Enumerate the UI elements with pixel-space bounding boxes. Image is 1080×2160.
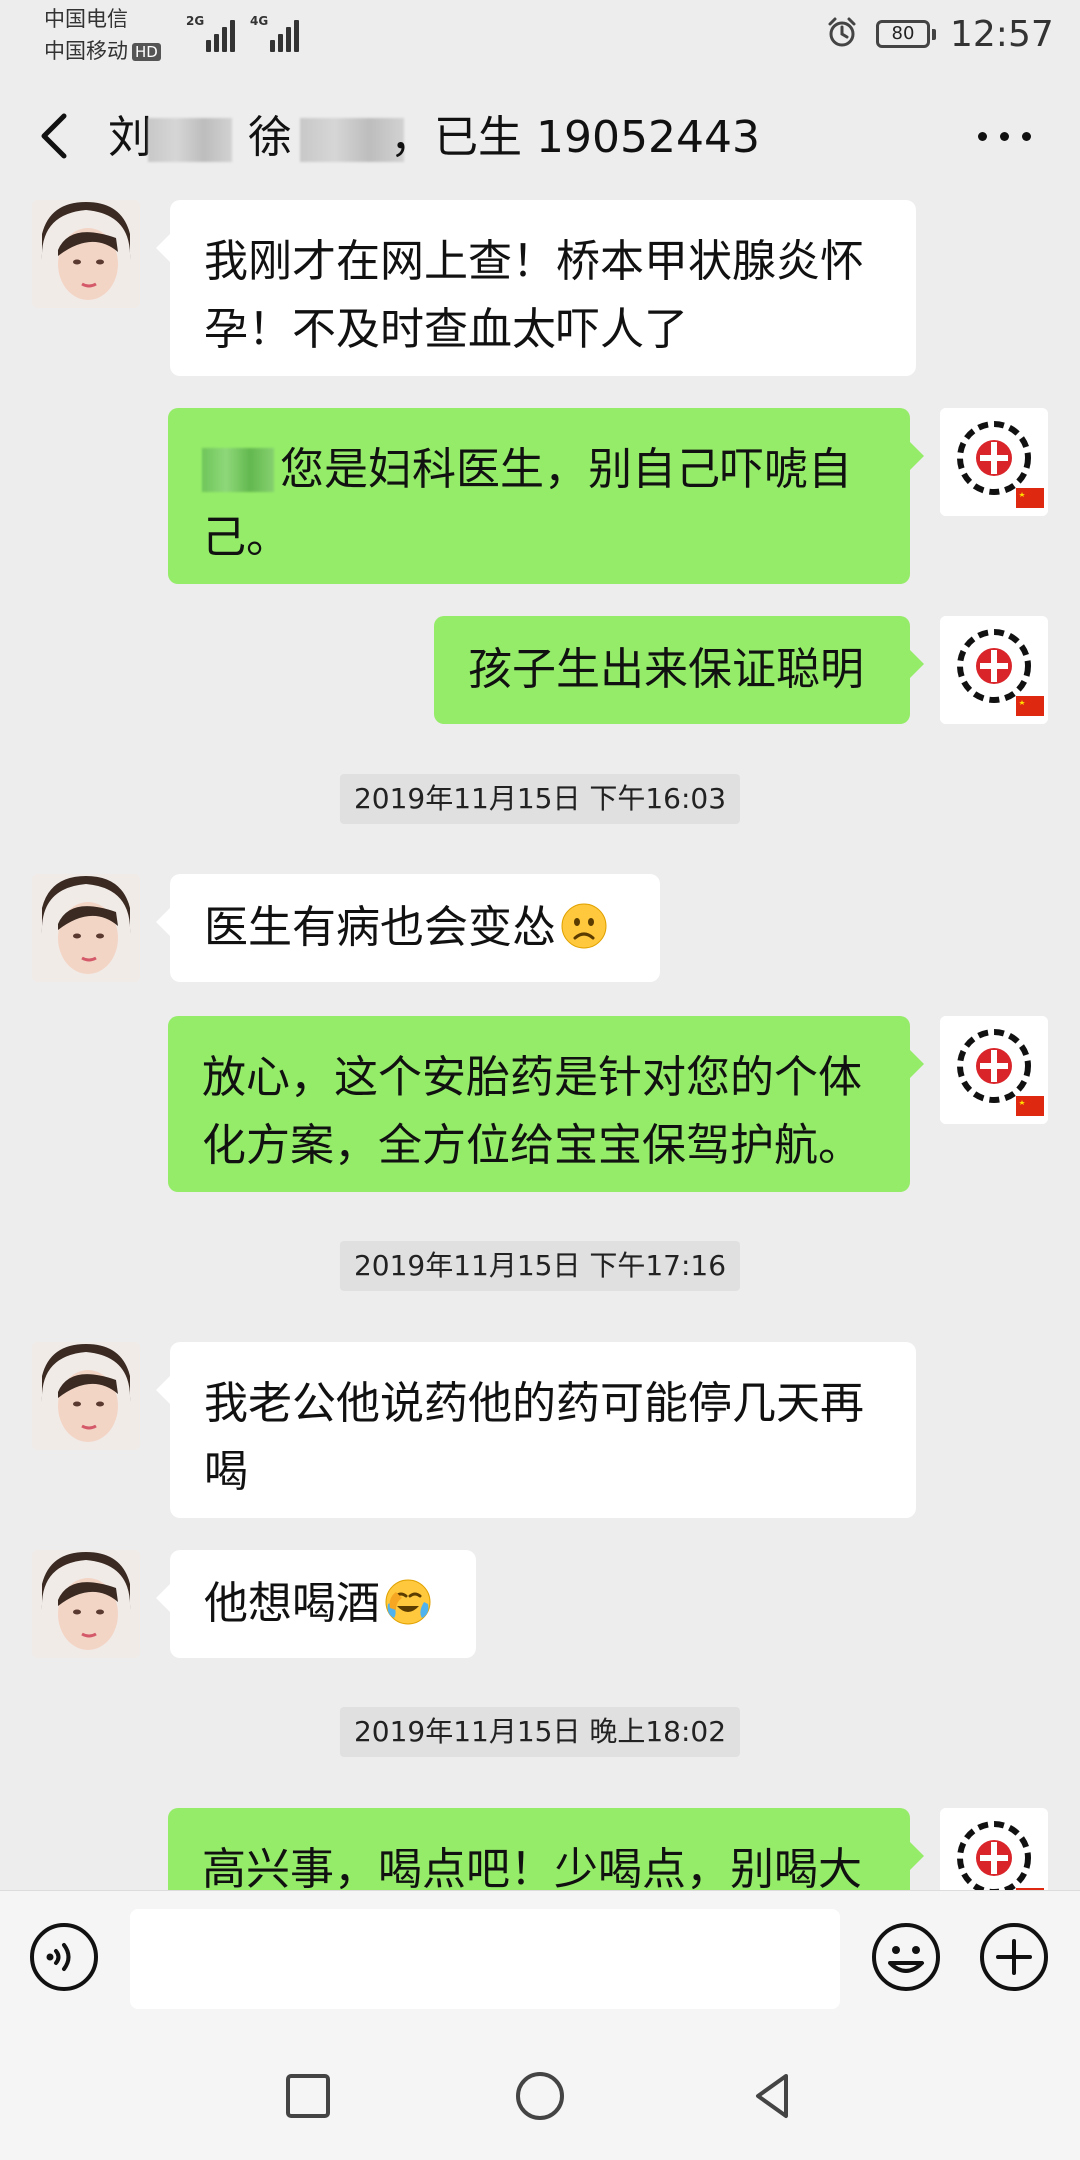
message-bubble-outgoing[interactable]: 放心，这个安胎药是针对您的个体 化方案，全方位给宝宝保驾护航。: [168, 1016, 924, 1192]
message-line: 喝: [204, 1446, 248, 1497]
message-line: 他想喝酒: [204, 1578, 380, 1629]
contact-avatar-image: [32, 1550, 140, 1658]
message-line-text: 您是妇科医生，别自己吓唬自: [280, 444, 852, 495]
message-line: 医生有病也会变怂: [204, 902, 556, 953]
contact-avatar[interactable]: [32, 1342, 140, 1450]
more-options-icon[interactable]: [976, 126, 1032, 146]
signal-2g-icon: 2G: [186, 14, 242, 52]
message-line: 放心，这个安胎药是针对您的个体: [202, 1052, 862, 1103]
signal-4g-label: 4G: [250, 14, 269, 28]
doctor-avatar-image: [940, 616, 1048, 724]
nav-circle-icon[interactable]: [512, 2068, 568, 2124]
message-bubble-outgoing[interactable]: 高兴事，喝点吧！少喝点，别喝大: [168, 1808, 924, 1890]
doctor-avatar-image: [940, 408, 1048, 516]
hd-badge: HD: [132, 43, 161, 61]
message-input[interactable]: [130, 1909, 840, 2009]
message-bubble-incoming[interactable]: 医生有病也会变怂: [156, 874, 660, 982]
system-nav-bar: [0, 2034, 1080, 2160]
contact-avatar[interactable]: [32, 1550, 140, 1658]
frowning-face-emoji-icon: [561, 903, 607, 949]
carrier-2-label: 中国移动: [44, 39, 128, 63]
contact-avatar-image: [32, 200, 140, 308]
voice-icon[interactable]: [28, 1921, 100, 1993]
redacted-mention: [202, 448, 274, 492]
message-line: 高兴事，喝点吧！少喝点，别喝大: [202, 1844, 862, 1890]
doctor-avatar[interactable]: [940, 616, 1048, 724]
nav-back-icon[interactable]: [744, 2068, 800, 2124]
timestamp: 2019年11月15日 晚上18:02: [339, 1707, 741, 1757]
doctor-avatar-image: [940, 1016, 1048, 1124]
signal-4g-icon: 4G: [250, 14, 306, 52]
timestamp: 2019年11月15日 下午17:16: [339, 1241, 741, 1291]
message-line: 孕！不及时查血太吓人了: [204, 304, 688, 355]
contact-avatar[interactable]: [32, 200, 140, 308]
message-bubble-incoming[interactable]: 他想喝酒: [156, 1550, 476, 1658]
carrier-2: 中国移动 HD: [44, 38, 161, 64]
carrier-1: 中国电信: [44, 7, 128, 31]
doctor-avatar[interactable]: [940, 1808, 1048, 1890]
chat-header: 刘 徐 ，已生 19052443: [0, 70, 1080, 200]
title-rest: ，已生 19052443: [390, 112, 760, 163]
redacted-name-1: [148, 118, 232, 162]
title-name-1: 刘: [108, 112, 152, 163]
message-line: 我老公他说药他的药可能停几天再: [204, 1378, 864, 1429]
status-bar: 中国电信 中国移动 HD 2G 4G 80 12:57: [0, 0, 1080, 70]
alarm-icon: [828, 17, 856, 47]
contact-avatar-image: [32, 1342, 140, 1450]
doctor-avatar-image: [940, 1808, 1048, 1890]
doctor-avatar[interactable]: [940, 1016, 1048, 1124]
face-with-tears-emoji-icon: [385, 1579, 431, 1625]
battery-indicator: 80: [876, 20, 936, 48]
contact-avatar[interactable]: [32, 874, 140, 982]
clock: 12:57: [950, 14, 1054, 55]
contact-avatar-image: [32, 874, 140, 982]
message-list[interactable]: 我刚才在网上查！桥本甲状腺炎怀 孕！不及时查血太吓人了 您是妇科医生，别自己吓唬…: [0, 200, 1080, 1890]
timestamp: 2019年11月15日 下午16:03: [339, 774, 741, 824]
doctor-avatar[interactable]: [940, 408, 1048, 516]
signal-2g-label: 2G: [186, 14, 205, 28]
message-bubble-incoming[interactable]: 我老公他说药他的药可能停几天再 喝: [156, 1342, 916, 1518]
redacted-name-2: [300, 118, 404, 162]
message-bubble-incoming[interactable]: 我刚才在网上查！桥本甲状腺炎怀 孕！不及时查血太吓人了: [156, 200, 916, 376]
message-bubble-outgoing[interactable]: 您是妇科医生，别自己吓唬自 己。: [168, 408, 924, 584]
message-line: 孩子生出来保证聪明: [468, 644, 864, 695]
title-name-2: 徐: [248, 112, 292, 163]
message-line: 己。: [202, 512, 290, 563]
back-arrow-icon[interactable]: [30, 108, 80, 164]
plus-icon[interactable]: [978, 1921, 1050, 1993]
nav-square-icon[interactable]: [280, 2068, 336, 2124]
emoji-icon[interactable]: [870, 1921, 942, 1993]
message-line: 化方案，全方位给宝宝保驾护航。: [202, 1120, 862, 1171]
message-line: 您是妇科医生，别自己吓唬自: [202, 436, 876, 504]
message-bubble-outgoing[interactable]: 孩子生出来保证聪明: [434, 616, 924, 724]
input-bar: [0, 1890, 1080, 2035]
message-line: 我刚才在网上查！桥本甲状腺炎怀: [204, 236, 864, 287]
